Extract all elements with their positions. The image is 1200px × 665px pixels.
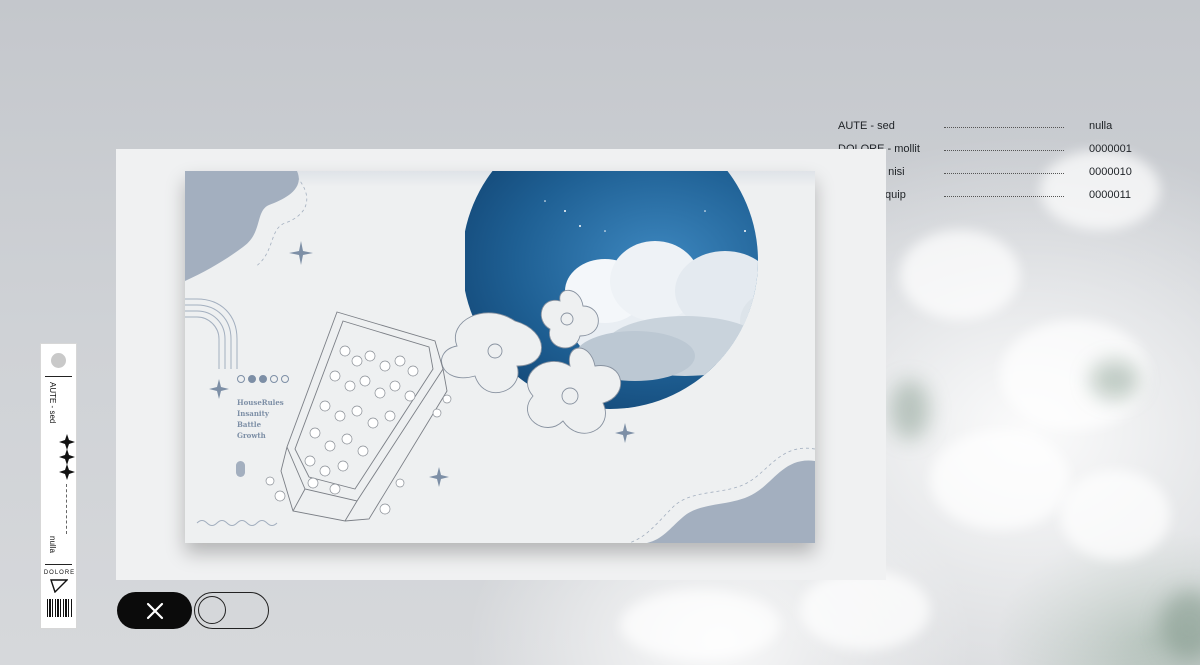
label-strip: AUTE - sed nulla DOLORE bbox=[40, 343, 77, 629]
info-value: 0000001 bbox=[1089, 143, 1132, 155]
barcode bbox=[47, 599, 72, 617]
strip-circle bbox=[51, 353, 66, 368]
dotted-leader bbox=[944, 173, 1064, 174]
glass-box-lineart bbox=[280, 311, 448, 522]
dotted-leader bbox=[944, 150, 1064, 151]
toggle-knob[interactable] bbox=[198, 596, 226, 624]
dot-indicators bbox=[237, 375, 289, 383]
strip-divider bbox=[45, 376, 72, 377]
strip-top-label: AUTE - sed bbox=[48, 382, 57, 424]
slide-preview[interactable]: HouseRules Insanity Battle Growth bbox=[185, 171, 815, 543]
pill-icon bbox=[236, 461, 245, 477]
close-button[interactable] bbox=[117, 592, 192, 629]
slide-artwork bbox=[185, 171, 815, 543]
menu-item[interactable]: Insanity bbox=[237, 408, 284, 419]
strip-brand: DOLORE bbox=[43, 570, 76, 576]
top-left-blob bbox=[185, 171, 299, 281]
info-value: 0000010 bbox=[1089, 166, 1132, 178]
info-row: AUTE - sed nulla bbox=[838, 120, 1138, 136]
bottom-right-blob bbox=[647, 460, 815, 543]
info-key: AUTE - sed bbox=[838, 120, 895, 132]
dotted-leader bbox=[944, 196, 1064, 197]
triangle-logo-icon bbox=[50, 579, 68, 593]
dotted-leader bbox=[944, 127, 1064, 128]
slide-menu: HouseRules Insanity Battle Growth bbox=[237, 397, 284, 441]
menu-item[interactable]: HouseRules bbox=[237, 397, 284, 408]
info-value: nulla bbox=[1089, 120, 1113, 132]
star-icons bbox=[59, 434, 75, 480]
strip-divider bbox=[45, 564, 72, 565]
strip-dashed-line bbox=[66, 484, 67, 534]
sky-circle bbox=[465, 171, 758, 409]
toggle-switch[interactable] bbox=[194, 592, 269, 629]
arch-motif bbox=[185, 298, 238, 369]
info-value: 0000011 bbox=[1089, 189, 1132, 201]
menu-item[interactable]: Battle bbox=[237, 419, 284, 430]
wave-decoration bbox=[196, 520, 278, 526]
close-icon bbox=[146, 602, 163, 619]
menu-item[interactable]: Growth bbox=[237, 430, 284, 441]
strip-bottom-label: nulla bbox=[48, 536, 57, 553]
